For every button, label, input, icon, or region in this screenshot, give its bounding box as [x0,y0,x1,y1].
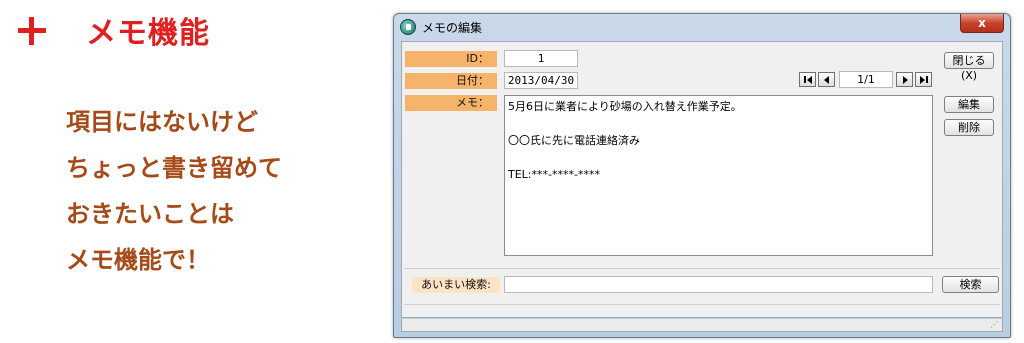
app-icon [400,19,416,35]
memo-edit-window: メモの編集 x ID： 1 日付： 2013/04/30 1/1 メモ： 5月6… [393,13,1011,338]
promo-line: おきたいことは [66,200,234,228]
memo-label: メモ： [405,95,497,111]
memo-line: 5月6日に業者により砂場の入れ替え作業予定。 [508,100,742,113]
status-bar: ⋰ [401,319,1003,332]
divider [404,304,1000,305]
memo-line: 〇〇氏に先に電話連絡済み [508,134,640,147]
promo-line: ちょっと書き留めて [66,154,282,182]
record-position: 1/1 [839,71,893,88]
prev-record-button[interactable] [818,72,835,87]
id-field[interactable]: 1 [504,50,578,67]
promo-line: メモ機能で！ [66,246,210,274]
fuzzy-search-input[interactable] [504,276,933,293]
last-record-button[interactable] [915,72,932,87]
date-field[interactable]: 2013/04/30 [504,72,578,89]
client-area: ID： 1 日付： 2013/04/30 1/1 メモ： 5月6日に業者により砂… [401,41,1003,318]
promo-body: 項目にはないけど ちょっと書き留めて おきたいことは メモ機能で！ [66,99,282,283]
edit-button[interactable]: 編集 [944,96,994,113]
promo-heading: メモ機能 [18,10,210,51]
titlebar[interactable]: メモの編集 x [394,14,1010,40]
first-record-button[interactable] [799,72,816,87]
date-label: 日付： [405,73,497,89]
next-record-icon [903,76,908,84]
prev-record-icon [824,76,829,84]
fuzzy-search-label: あいまい検索: [412,277,500,293]
memo-line [508,115,929,132]
next-record-button[interactable] [896,72,913,87]
id-label: ID： [405,51,497,67]
promo-line: 項目にはないけど [66,108,258,136]
divider [404,268,1000,269]
memo-line: TEL:***-****-**** [508,168,600,181]
search-button[interactable]: 検索 [942,276,999,293]
plus-icon [18,17,46,45]
memo-line [508,149,929,166]
window-title: メモの編集 [422,21,483,35]
resize-grip-icon[interactable]: ⋰ [990,320,1000,330]
memo-textarea[interactable]: 5月6日に業者により砂場の入れ替え作業予定。 〇〇氏に先に電話連絡済み TEL:… [504,95,933,256]
promo-title: メモ機能 [86,16,210,51]
close-button[interactable]: 閉じる(X) [944,52,994,82]
delete-button[interactable]: 削除 [944,119,994,136]
window-close-button[interactable]: x [960,14,1004,33]
